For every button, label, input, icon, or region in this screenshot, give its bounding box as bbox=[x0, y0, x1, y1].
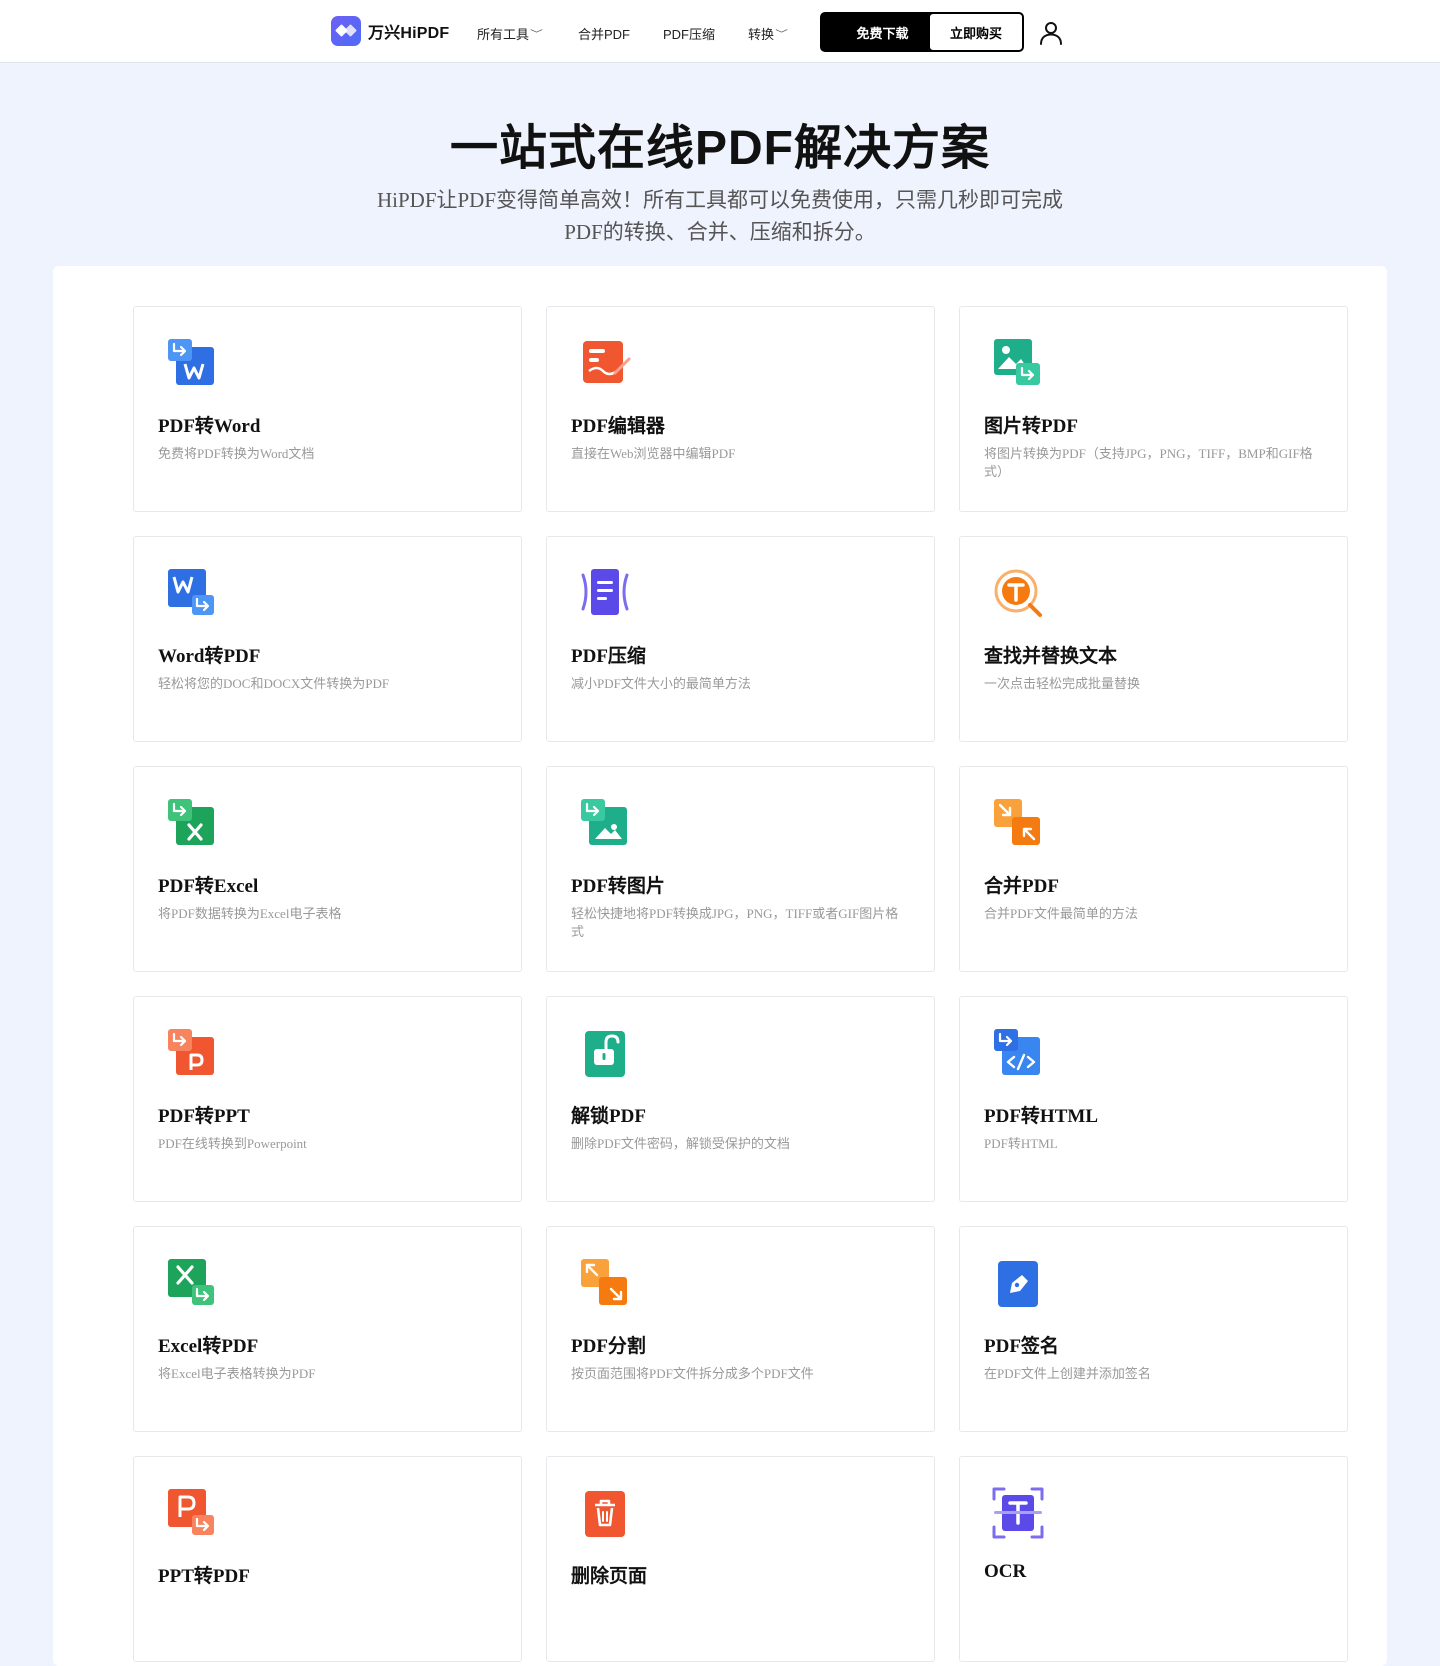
tool-desc: 减小PDF文件大小的最简单方法 bbox=[571, 676, 751, 691]
tool-title: PDF压缩 bbox=[571, 646, 646, 667]
tool-card-excel-to-pdf[interactable]: Excel转PDF 将Excel电子表格转换为PDF bbox=[133, 1226, 522, 1432]
pdf-to-html-icon bbox=[994, 1029, 1040, 1075]
tool-card-pdf-to-ppt[interactable]: PDF转PPT PDF在线转换到Powerpoint bbox=[133, 996, 522, 1202]
tool-card-pdf-compress[interactable]: PDF压缩 减小PDF文件大小的最简单方法 bbox=[546, 536, 935, 742]
tool-card-find-replace-text[interactable]: 查找并替换文本 一次点击轻松完成批量替换 bbox=[959, 536, 1348, 742]
tool-title: PDF转图片 bbox=[571, 876, 665, 897]
tools-panel: PDF转Word 免费将PDF转换为Word文档 PDF编辑器 直接在Web浏览… bbox=[53, 266, 1387, 1666]
tool-title: PDF编辑器 bbox=[571, 416, 665, 437]
split-pdf-icon bbox=[581, 1259, 627, 1305]
chevron-down-icon: ﹀ bbox=[775, 29, 788, 39]
subtitle-line-1: HiPDF让PDF变得简单高效！所有工具都可以免费使用，只需几秒即可完成 bbox=[376, 188, 1064, 212]
tool-card-split-pdf[interactable]: PDF分割 按页面范围将PDF文件拆分成多个PDF文件 bbox=[546, 1226, 935, 1432]
sign-pdf-icon bbox=[998, 1261, 1038, 1307]
page-subtitle: HiPDF让PDF变得简单高效！所有工具都可以免费使用，只需几秒即可完成 PDF… bbox=[350, 184, 1090, 248]
logo[interactable]: 万兴HiPDF bbox=[331, 16, 449, 46]
tool-title: PPT转PDF bbox=[158, 1566, 250, 1587]
hipdf-logo-icon bbox=[331, 16, 361, 46]
nav-label: 合并PDF bbox=[578, 27, 631, 42]
word-to-pdf-icon bbox=[168, 569, 214, 615]
merge-pdf-icon bbox=[994, 799, 1040, 845]
nav-label: 所有工具 bbox=[477, 27, 530, 42]
subtitle-line-2: PDF的转换、合并、压缩和拆分。 bbox=[564, 220, 876, 244]
nav-label: 转换 bbox=[748, 27, 775, 42]
unlock-pdf-icon bbox=[585, 1031, 625, 1077]
tool-desc: PDF转HTML bbox=[984, 1136, 1058, 1151]
tool-title: 解锁PDF bbox=[571, 1106, 646, 1127]
tool-title: PDF转PPT bbox=[158, 1106, 250, 1127]
tool-card-pdf-to-excel[interactable]: PDF转Excel 将PDF数据转换为Excel电子表格 bbox=[133, 766, 522, 972]
tool-desc: 一次点击轻松完成批量替换 bbox=[984, 676, 1141, 691]
excel-to-pdf-icon bbox=[168, 1259, 214, 1305]
tool-title: 查找并替换文本 bbox=[984, 646, 1118, 667]
nav-convert[interactable]: 转换 ﹀ bbox=[748, 24, 788, 43]
tool-card-pdf-to-image[interactable]: PDF转图片 轻松快捷地将PDF转换成JPG，PNG，TIFF或者GIF图片格式 bbox=[546, 766, 935, 972]
tool-card-merge-pdf[interactable]: 合并PDF 合并PDF文件最简单的方法 bbox=[959, 766, 1348, 972]
delete-pages-icon bbox=[585, 1491, 625, 1537]
pdf-to-excel-icon bbox=[168, 799, 214, 845]
tool-title: PDF转Word bbox=[158, 416, 261, 437]
tool-title: 合并PDF bbox=[984, 876, 1059, 897]
pdf-compress-icon bbox=[581, 569, 629, 615]
image-to-pdf-icon bbox=[994, 339, 1040, 385]
tool-desc: PDF在线转换到Powerpoint bbox=[158, 1136, 307, 1151]
ocr-icon bbox=[992, 1487, 1044, 1539]
tool-desc: 将Excel电子表格转换为PDF bbox=[158, 1366, 316, 1381]
tool-desc: 在PDF文件上创建并添加签名 bbox=[984, 1366, 1151, 1381]
tool-desc: 直接在Web浏览器中编辑PDF bbox=[571, 446, 736, 461]
tool-card-ppt-to-pdf[interactable]: PPT转PDF bbox=[133, 1456, 522, 1662]
user-icon[interactable] bbox=[1037, 19, 1065, 47]
chevron-down-icon: ﹀ bbox=[530, 29, 543, 39]
tool-desc: 删除PDF文件密码，解锁受保护的文档 bbox=[571, 1136, 790, 1151]
pdf-editor-icon bbox=[583, 341, 631, 383]
tool-title: Excel转PDF bbox=[158, 1336, 259, 1357]
tool-desc: 轻松将您的DOC和DOCX文件转换为PDF bbox=[158, 676, 390, 691]
free-download-button[interactable]: 免费下载 bbox=[820, 12, 945, 52]
tool-card-sign-pdf[interactable]: PDF签名 在PDF文件上创建并添加签名 bbox=[959, 1226, 1348, 1432]
tool-title: 图片转PDF bbox=[984, 416, 1078, 437]
find-replace-text-icon bbox=[994, 569, 1042, 617]
tool-card-pdf-editor[interactable]: PDF编辑器 直接在Web浏览器中编辑PDF bbox=[546, 306, 935, 512]
nav-all-tools[interactable]: 所有工具 ﹀ bbox=[477, 24, 543, 43]
tool-title: Word转PDF bbox=[158, 646, 261, 667]
top-navbar: 万兴HiPDF 所有工具 ﹀ 合并PDF PDF压缩 转换 ﹀ 免费下载 立即购买 bbox=[0, 0, 1440, 63]
tool-desc: 将图片转换为PDF（支持JPG，PNG，TIFF，BMP和GIF格式） bbox=[984, 446, 1313, 479]
tool-title: PDF分割 bbox=[571, 1336, 646, 1357]
nav-label: PDF压缩 bbox=[663, 27, 716, 42]
tool-title: PDF签名 bbox=[984, 1336, 1059, 1357]
nav-pdf-compress[interactable]: PDF压缩 bbox=[663, 24, 715, 43]
tool-title: PDF转HTML bbox=[984, 1106, 1098, 1127]
tool-card-unlock-pdf[interactable]: 解锁PDF 删除PDF文件密码，解锁受保护的文档 bbox=[546, 996, 935, 1202]
tool-title: OCR bbox=[984, 1561, 1027, 1582]
tool-card-image-to-pdf[interactable]: 图片转PDF 将图片转换为PDF（支持JPG，PNG，TIFF，BMP和GIF格… bbox=[959, 306, 1348, 512]
page-title: 一站式在线PDF解决方案 bbox=[449, 122, 990, 175]
tool-card-pdf-to-word[interactable]: PDF转Word 免费将PDF转换为Word文档 bbox=[133, 306, 522, 512]
ppt-to-pdf-icon bbox=[168, 1489, 214, 1535]
tool-desc: 合并PDF文件最简单的方法 bbox=[984, 906, 1138, 921]
tool-desc: 将PDF数据转换为Excel电子表格 bbox=[158, 906, 342, 921]
pdf-to-image-icon bbox=[581, 799, 627, 845]
logo-text: 万兴HiPDF bbox=[368, 25, 450, 42]
pdf-to-ppt-icon bbox=[168, 1029, 214, 1075]
tool-card-word-to-pdf[interactable]: Word转PDF 轻松将您的DOC和DOCX文件转换为PDF bbox=[133, 536, 522, 742]
pdf-to-word-icon bbox=[168, 339, 214, 385]
tool-desc: 轻松快捷地将PDF转换成JPG，PNG，TIFF或者GIF图片格式 bbox=[571, 906, 899, 939]
tool-title: PDF转Excel bbox=[158, 876, 259, 897]
nav-merge-pdf[interactable]: 合并PDF bbox=[578, 24, 630, 43]
tool-desc: 按页面范围将PDF文件拆分成多个PDF文件 bbox=[571, 1366, 814, 1381]
tool-card-ocr[interactable]: OCR bbox=[959, 1456, 1348, 1662]
tool-card-delete-pages[interactable]: 删除页面 bbox=[546, 1456, 935, 1662]
tool-desc: 免费将PDF转换为Word文档 bbox=[158, 446, 315, 461]
tool-title: 删除页面 bbox=[571, 1566, 648, 1587]
tool-card-pdf-to-html[interactable]: PDF转HTML PDF转HTML bbox=[959, 996, 1348, 1202]
buy-now-button[interactable]: 立即购买 bbox=[928, 12, 1024, 52]
